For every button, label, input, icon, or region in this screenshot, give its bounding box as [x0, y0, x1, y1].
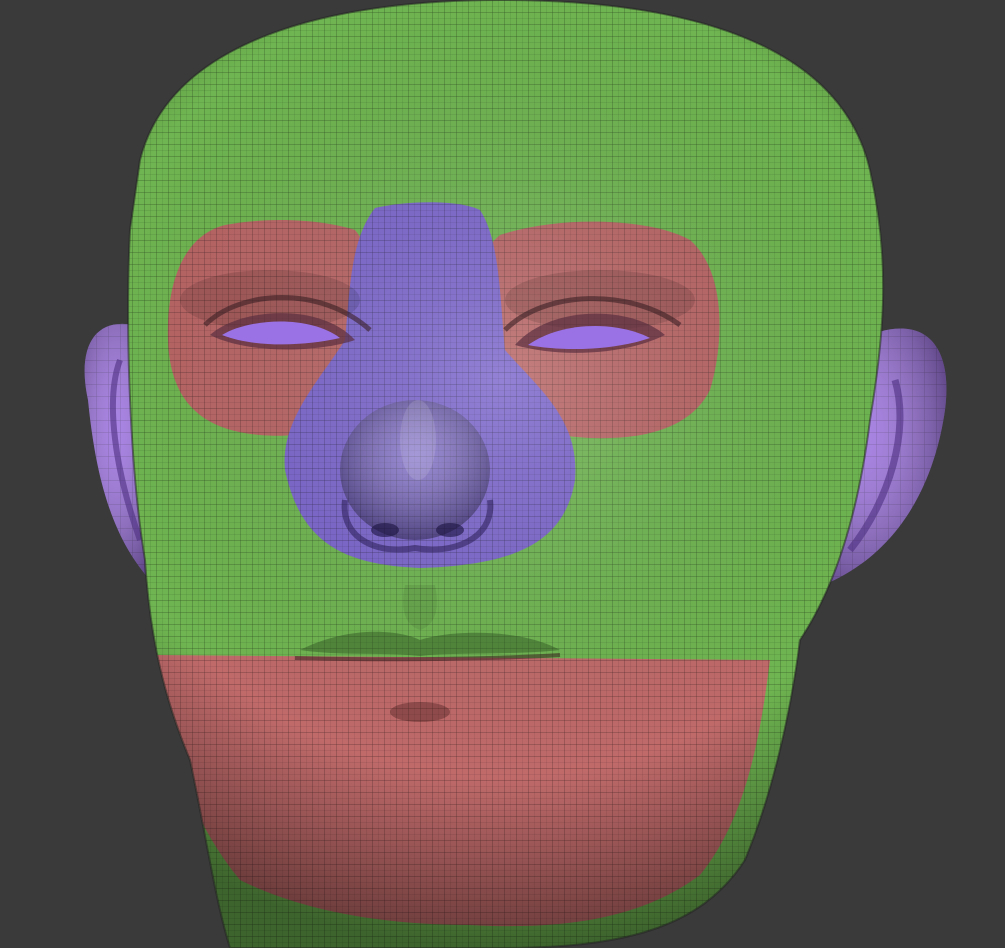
3d-viewport[interactable] — [0, 0, 1005, 948]
head-model — [84, 0, 947, 948]
head-base — [127, 0, 885, 948]
